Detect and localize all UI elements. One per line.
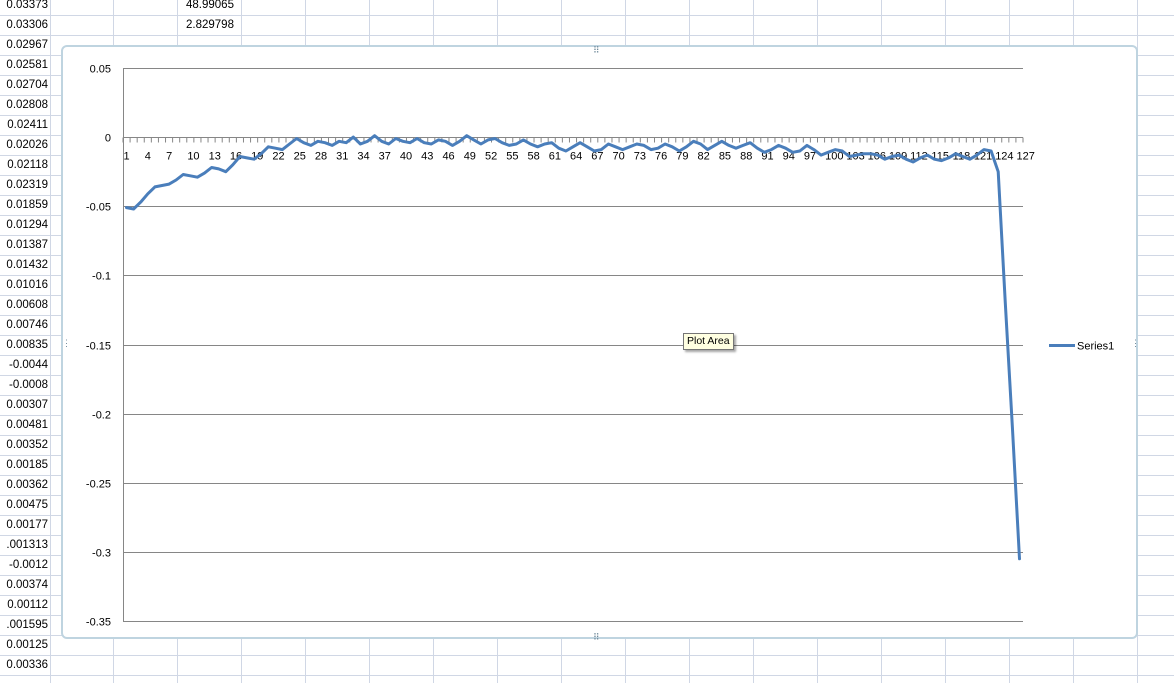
x-tick-label: 70 (613, 151, 625, 163)
y-tick-label: -0.2 (92, 410, 111, 422)
cell-a[interactable]: -0.0044 (0, 355, 48, 375)
cell-a[interactable]: 0.02581 (0, 55, 48, 75)
cell-a[interactable]: 0.00362 (0, 475, 48, 495)
cell-a[interactable]: 0.00112 (0, 595, 48, 615)
cell-a[interactable]: 0.02808 (0, 95, 48, 115)
y-tick-label: -0.05 (86, 202, 111, 214)
cell-a[interactable]: 0.00125 (0, 635, 48, 655)
cell-a[interactable]: 0.00475 (0, 495, 48, 515)
x-tick-label: 49 (464, 151, 476, 163)
cell-a[interactable]: .001313 (0, 535, 48, 555)
y-tick-label: -0.25 (86, 479, 111, 491)
x-tick-label: 34 (357, 151, 369, 163)
cell-a[interactable]: 0.01294 (0, 215, 48, 235)
plot-area-tooltip: Plot Area (683, 333, 734, 350)
x-tick-label: 124 (995, 151, 1013, 163)
x-tick-label: 10 (187, 151, 199, 163)
x-tick-label: 64 (570, 151, 582, 163)
x-tick-label: 67 (591, 151, 603, 163)
x-tick-label: 88 (740, 151, 752, 163)
y-tick-label: -0.1 (92, 271, 111, 283)
x-tick-label: 127 (1016, 151, 1034, 163)
cell-a[interactable]: 0.00307 (0, 395, 48, 415)
y-tick-label: 0.05 (90, 64, 111, 76)
x-tick-label: 22 (272, 151, 284, 163)
cell-a[interactable]: 0.01387 (0, 235, 48, 255)
x-tick-label: 40 (400, 151, 412, 163)
cell-a[interactable]: 0.02026 (0, 135, 48, 155)
cell-a[interactable]: 0.02411 (0, 115, 48, 135)
x-tick-label: 52 (485, 151, 497, 163)
x-tick-label: 73 (634, 151, 646, 163)
x-tick-label: 43 (421, 151, 433, 163)
cell-a[interactable]: 0.02704 (0, 75, 48, 95)
cell-a[interactable]: 0.03373 (0, 0, 48, 15)
x-tick-label: 25 (294, 151, 306, 163)
x-tick-label: 13 (209, 151, 221, 163)
y-tick-label: -0.35 (86, 617, 111, 629)
y-tick-label: -0.3 (92, 548, 111, 560)
series1-line (125, 134, 1021, 561)
cell-c[interactable]: 48.99065 (186, 0, 234, 15)
cell-a[interactable]: 0.02967 (0, 35, 48, 55)
cell-a[interactable]: .001595 (0, 615, 48, 635)
cell-a[interactable]: 0.00835 (0, 335, 48, 355)
x-tick-label: 82 (698, 151, 710, 163)
legend-label-series1: Series1 (1077, 341, 1114, 353)
cell-a[interactable]: 0.00177 (0, 515, 48, 535)
x-tick-label: 4 (145, 151, 151, 163)
y-tick-label: 0 (105, 133, 111, 145)
cell-a[interactable]: 0.00336 (0, 655, 48, 675)
x-tick-label: 97 (804, 151, 816, 163)
cell-a[interactable]: 0.00352 (0, 435, 48, 455)
cell-a[interactable]: 0.01859 (0, 195, 48, 215)
cell-a[interactable]: 0.02319 (0, 175, 48, 195)
x-tick-label: 79 (676, 151, 688, 163)
cell-a[interactable]: 0.03306 (0, 15, 48, 35)
cell-a[interactable]: -0.0008 (0, 375, 48, 395)
x-tick-label: 55 (506, 151, 518, 163)
x-tick-label: 58 (527, 151, 539, 163)
cell-a[interactable]: 0.01016 (0, 275, 48, 295)
chart-area[interactable]: ⠿ ⠿ ⋮ ⋮ 0.05 0 -0.05 -0.1 -0.15 -0.2 -0.25 -0.3… (61, 45, 1140, 642)
x-tick-label: 76 (655, 151, 667, 163)
cell-a[interactable]: 0.00185 (0, 455, 48, 475)
cell-a[interactable]: 0.00608 (0, 295, 48, 315)
x-tick-label: 85 (719, 151, 731, 163)
x-tick-label: 7 (166, 151, 172, 163)
x-tick-label: 31 (336, 151, 348, 163)
x-tick-label: 1 (124, 151, 130, 163)
cell-a[interactable]: -0.0012 (0, 555, 48, 575)
x-tick-label: 28 (315, 151, 327, 163)
cell-a[interactable]: 0.00374 (0, 575, 48, 595)
y-tick-label: -0.15 (86, 341, 111, 353)
cell-c[interactable]: 2.829798 (186, 15, 234, 35)
cell-a[interactable]: 0.01432 (0, 255, 48, 275)
x-tick-label: 61 (549, 151, 561, 163)
x-tick-label: 37 (379, 151, 391, 163)
cell-a[interactable]: 0.00746 (0, 315, 48, 335)
x-tick-label: 46 (442, 151, 454, 163)
line-chart: 0.05 0 -0.05 -0.1 -0.15 -0.2 -0.25 -0.3 -0.35 1 4 7… (86, 64, 1114, 629)
cell-a[interactable]: 0.02118 (0, 155, 48, 175)
cell-a[interactable]: 0.00481 (0, 415, 48, 435)
